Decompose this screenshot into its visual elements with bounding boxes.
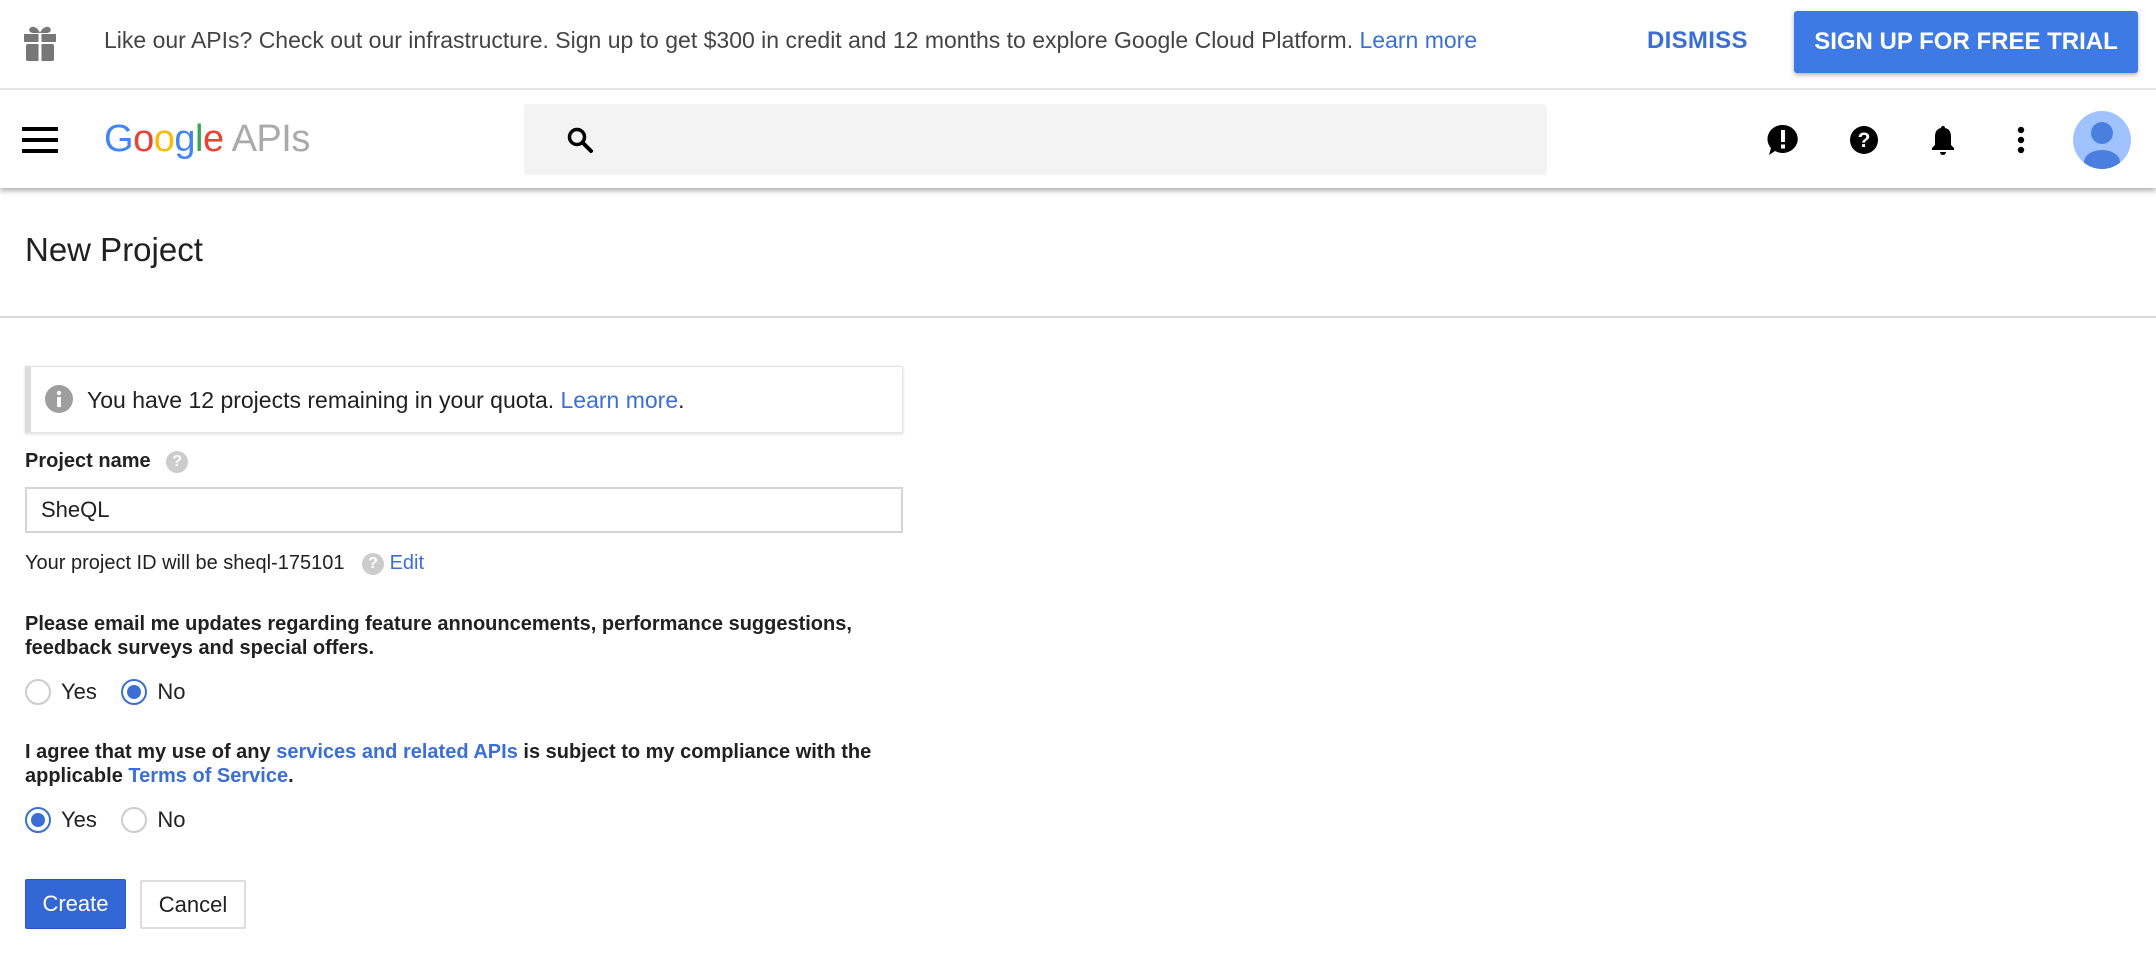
help-icon[interactable]: ? <box>1844 120 1884 160</box>
project-id-row: Your project ID will be sheql-175101 ? E… <box>25 552 424 575</box>
radio-button[interactable] <box>25 807 51 833</box>
logo-apis: APIs <box>232 118 310 160</box>
quota-learn-more-link[interactable]: Learn more <box>561 387 679 413</box>
page-title: New Project <box>25 231 203 269</box>
sign-up-free-trial-button[interactable]: SIGN UP FOR FREE TRIAL <box>1794 11 2138 73</box>
period: . <box>678 387 684 413</box>
project-name-input[interactable] <box>25 487 903 533</box>
logo-letter: l <box>195 118 203 160</box>
feedback-icon[interactable] <box>1763 120 1803 160</box>
logo-letter: g <box>174 118 195 160</box>
cancel-button[interactable]: Cancel <box>140 880 246 929</box>
email-updates-question: Please email me updates regarding featur… <box>25 612 925 660</box>
services-and-apis-link[interactable]: services and related APIs <box>276 741 518 763</box>
agree-prefix: I agree that my use of any <box>25 741 276 763</box>
more-vert-icon[interactable] <box>2001 120 2041 160</box>
help-icon[interactable]: ? <box>166 451 188 473</box>
quota-text: You have 12 projects remaining in your q… <box>87 387 554 413</box>
logo-letter: e <box>203 118 224 160</box>
email-no-radio[interactable]: No <box>121 683 185 700</box>
terms-of-service-link[interactable]: Terms of Service <box>128 765 288 787</box>
divider <box>0 316 2156 318</box>
project-name-label: Project name ? <box>25 450 188 473</box>
search-icon <box>566 126 594 159</box>
terms-yes-radio[interactable]: Yes <box>25 811 97 828</box>
terms-radio-group: Yes No <box>25 807 185 833</box>
promo-banner: Like our APIs? Check out our infrastruct… <box>0 0 2156 90</box>
gift-icon <box>22 24 58 67</box>
help-icon[interactable]: ? <box>362 553 384 575</box>
quota-info-box: You have 12 projects remaining in your q… <box>25 366 903 433</box>
radio-button[interactable] <box>25 679 51 705</box>
email-radio-group: Yes No <box>25 679 185 705</box>
banner-text: Like our APIs? Check out our infrastruct… <box>104 27 1353 53</box>
edit-project-id-link[interactable]: Edit <box>390 552 424 574</box>
radio-label: No <box>157 807 185 832</box>
radio-label: Yes <box>61 807 97 832</box>
project-id-text: Your project ID will be sheql-175101 <box>25 552 344 574</box>
email-yes-radio[interactable]: Yes <box>25 683 97 700</box>
radio-label: No <box>157 679 185 704</box>
avatar[interactable] <box>2072 110 2132 175</box>
search-input[interactable] <box>524 104 1547 175</box>
quota-message: You have 12 projects remaining in your q… <box>87 387 685 414</box>
logo-letter: o <box>133 118 154 160</box>
google-apis-logo[interactable]: GoogleAPIs <box>104 118 310 161</box>
radio-label: Yes <box>61 679 97 704</box>
radio-button[interactable] <box>121 807 147 833</box>
logo-letter: o <box>154 118 175 160</box>
terms-no-radio[interactable]: No <box>121 811 185 828</box>
terms-agreement-text: I agree that my use of any services and … <box>25 740 925 788</box>
radio-button[interactable] <box>121 679 147 705</box>
logo-letter: G <box>104 118 133 160</box>
banner-learn-more-link[interactable]: Learn more <box>1360 27 1478 53</box>
info-icon <box>45 385 73 418</box>
banner-message: Like our APIs? Check out our infrastruct… <box>104 27 1477 54</box>
project-name-label-text: Project name <box>25 450 151 472</box>
svg-text:?: ? <box>1858 129 1871 152</box>
notifications-bell-icon[interactable] <box>1923 120 1963 160</box>
create-button[interactable]: Create <box>25 879 126 929</box>
agree-suffix: . <box>288 765 294 787</box>
hamburger-menu-icon[interactable] <box>20 120 60 160</box>
dismiss-button[interactable]: DISMISS <box>1647 27 1748 55</box>
